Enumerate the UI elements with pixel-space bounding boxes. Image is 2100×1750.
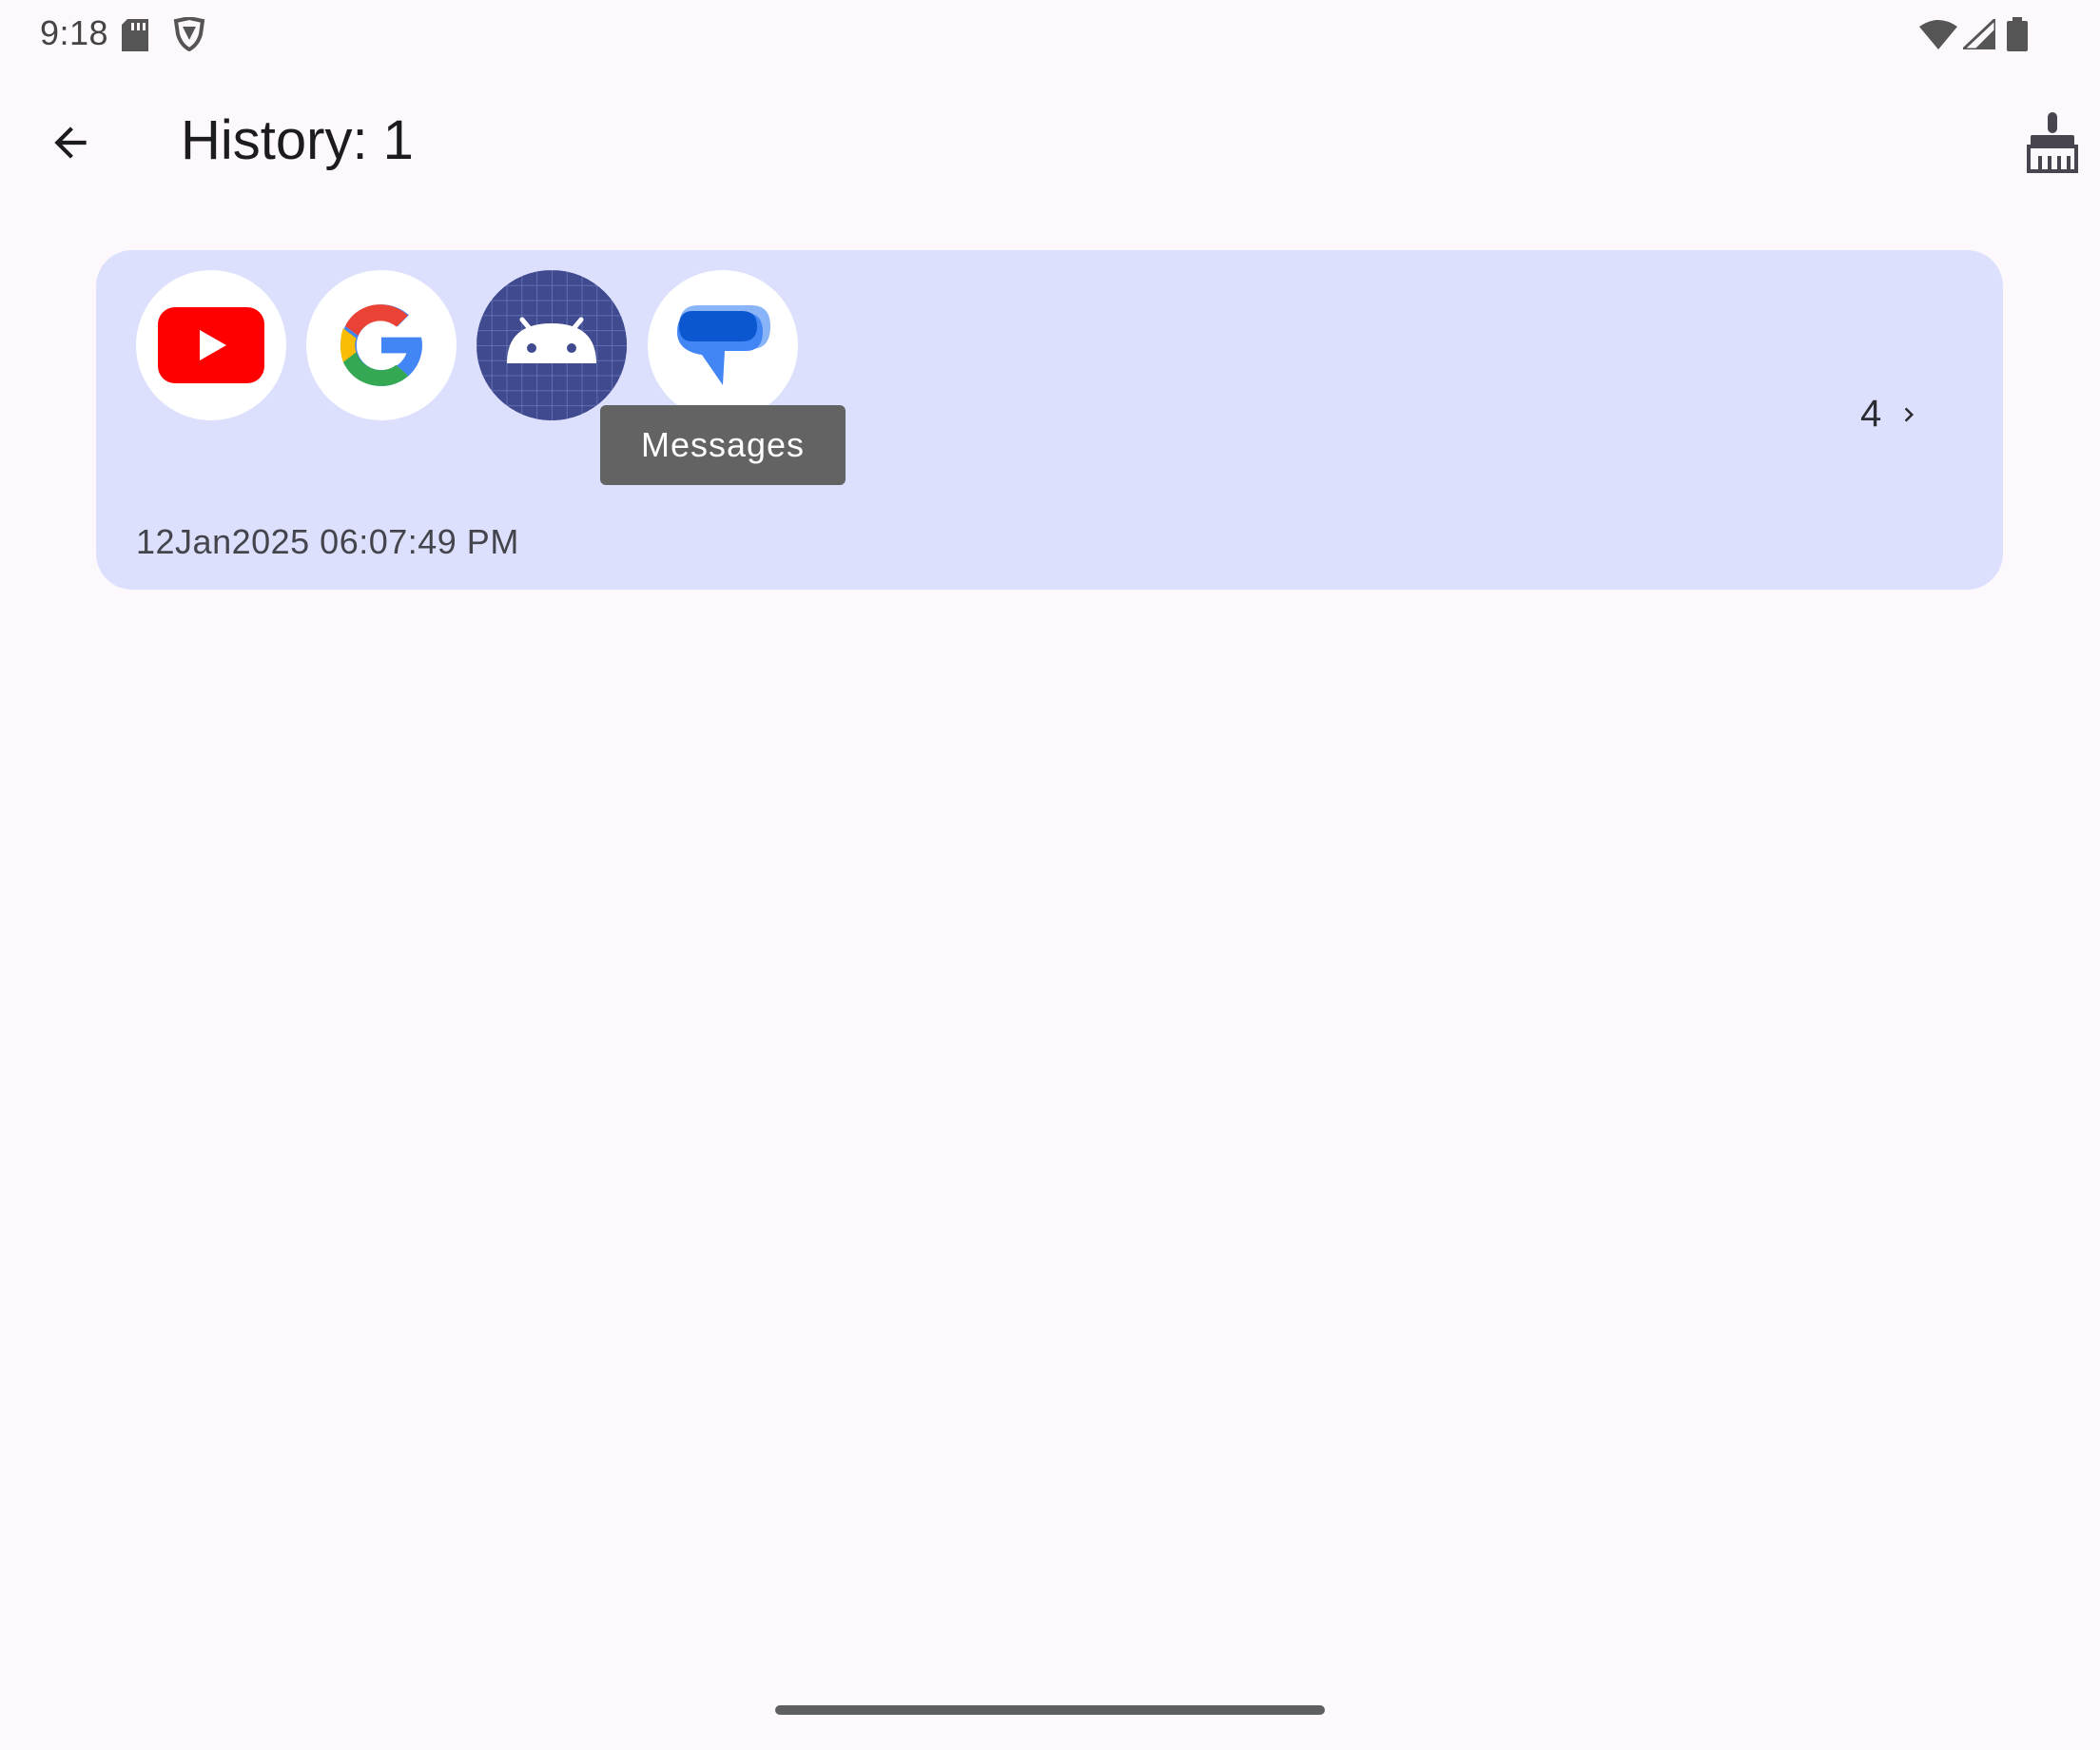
arrow-back-icon (54, 126, 87, 159)
sd-card-icon (122, 19, 148, 56)
history-card[interactable]: Messages 4 12Jan2025 06:07:49 PM (96, 250, 2003, 590)
history-timestamp: 12Jan2025 06:07:49 PM (136, 522, 519, 561)
app-count[interactable]: 4 (1860, 393, 1923, 436)
messages-icon (648, 270, 798, 420)
status-time: 9:18 (40, 13, 109, 52)
cell-signal-icon (1959, 15, 1997, 54)
page-title: History: 1 (181, 109, 414, 171)
status-bar: 9:18 (0, 0, 2100, 68)
app-bar: History: 1 (0, 86, 2100, 200)
youtube-icon (136, 270, 286, 420)
android-icon (476, 270, 627, 420)
vpn-shield-icon (173, 15, 205, 56)
google-icon (306, 270, 457, 420)
wifi-icon (1919, 19, 1957, 54)
broom-icon (2027, 112, 2078, 173)
battery-icon (2007, 17, 2028, 56)
home-indicator[interactable] (775, 1705, 1325, 1715)
chevron-right-icon (1904, 407, 1915, 421)
app-tooltip: Messages (600, 405, 846, 485)
app-count-value: 4 (1860, 393, 1882, 435)
back-button[interactable] (34, 107, 107, 179)
clear-history-button[interactable] (2016, 105, 2089, 181)
